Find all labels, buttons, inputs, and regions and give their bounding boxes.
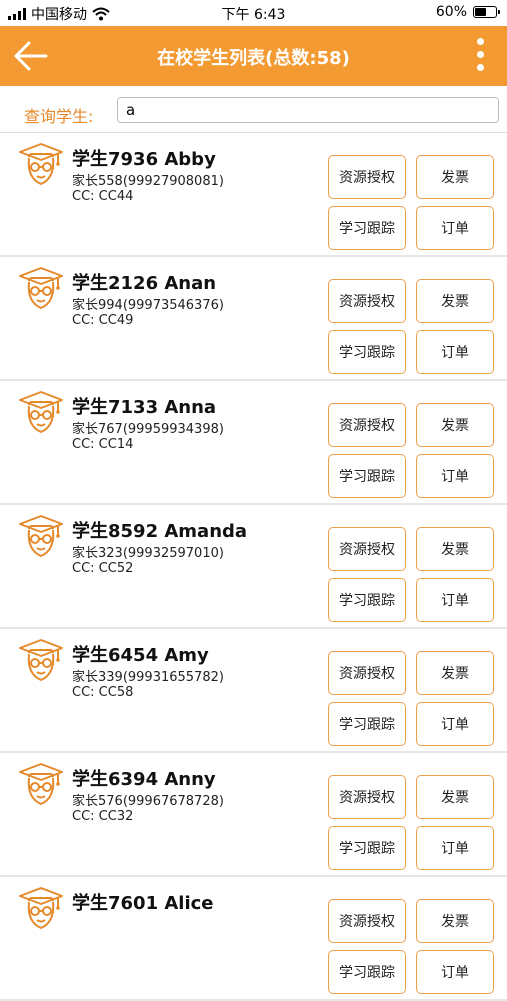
order-button[interactable]: 订单: [416, 454, 494, 498]
search-label: 查询学生:: [24, 107, 94, 126]
battery-percent: 60%: [435, 4, 467, 20]
battery-icon: [473, 6, 500, 18]
student-row[interactable]: 学生7133 Anna 家长767(99959934398) CC: CC14 资源授…: [0, 381, 507, 505]
parent-info: 家长994(99973546376): [72, 298, 224, 313]
page-title: 在校学生列表(总数:58): [157, 48, 350, 69]
graduation-cap-avatar-icon: [18, 514, 64, 560]
invoice-button[interactable]: 发票: [416, 155, 494, 199]
resource-auth-button[interactable]: 资源授权: [328, 279, 406, 323]
invoice-button[interactable]: 发票: [416, 527, 494, 571]
student-list: 学生7936 Abby 家长558(99927908081) CC: CC44 资源授…: [0, 133, 507, 1001]
search-bar: 查询学生: a: [0, 86, 507, 133]
resource-auth-button[interactable]: 资源授权: [328, 899, 406, 943]
student-row[interactable]: 学生2126 Anan 家长994(99973546376) CC: CC49 资源授…: [0, 257, 507, 381]
student-row[interactable]: 学生8592 Amanda 家长323(99932597010) CC: CC52 资…: [0, 505, 507, 629]
cc-info: CC: CC58: [72, 685, 134, 700]
student-name: 学生2126 Anan: [72, 273, 217, 294]
student-name: 学生6454 Amy: [72, 645, 209, 666]
resource-auth-button[interactable]: 资源授权: [328, 403, 406, 447]
student-name: 学生7601 Alice: [72, 893, 214, 914]
resource-auth-button[interactable]: 资源授权: [328, 155, 406, 199]
order-button[interactable]: 订单: [416, 702, 494, 746]
student-row[interactable]: 学生7601 Alice 资源授权 发票 学习跟踪 订单: [0, 877, 507, 1001]
order-button[interactable]: 订单: [416, 330, 494, 374]
parent-info: 家长767(99959934398): [72, 422, 224, 437]
student-name: 学生6394 Anny: [72, 769, 216, 790]
graduation-cap-avatar-icon: [18, 762, 64, 808]
order-button[interactable]: 订单: [416, 950, 494, 994]
header-bar: 在校学生列表(总数:58): [0, 26, 507, 86]
resource-auth-button[interactable]: 资源授权: [328, 651, 406, 695]
invoice-button[interactable]: 发票: [416, 651, 494, 695]
parent-info: 家长558(99927908081): [72, 174, 224, 189]
cc-info: CC: CC49: [72, 313, 134, 328]
learning-tracking-button[interactable]: 学习跟踪: [328, 702, 406, 746]
student-row[interactable]: 学生6394 Anny 家长576(99967678728) CC: CC32 资源授…: [0, 753, 507, 877]
graduation-cap-avatar-icon: [18, 638, 64, 684]
parent-info: 家长323(99932597010): [72, 546, 224, 561]
cc-info: CC: CC44: [72, 189, 134, 204]
status-time: 下午 6:43: [221, 7, 286, 23]
graduation-cap-avatar-icon: [18, 886, 64, 932]
search-input[interactable]: a: [117, 97, 499, 123]
invoice-button[interactable]: 发票: [416, 899, 494, 943]
invoice-button[interactable]: 发票: [416, 279, 494, 323]
order-button[interactable]: 订单: [416, 206, 494, 250]
cc-info: CC: CC14: [72, 437, 134, 452]
more-vertical-icon[interactable]: [475, 38, 485, 76]
status-right: 60%: [435, 4, 500, 20]
cc-info: CC: CC52: [72, 561, 134, 576]
learning-tracking-button[interactable]: 学习跟踪: [328, 206, 406, 250]
learning-tracking-button[interactable]: 学习跟踪: [328, 950, 406, 994]
parent-info: 家长339(99931655782): [72, 670, 224, 685]
resource-auth-button[interactable]: 资源授权: [328, 775, 406, 819]
student-name: 学生8592 Amanda: [72, 521, 248, 542]
learning-tracking-button[interactable]: 学习跟踪: [328, 330, 406, 374]
student-name: 学生7936 Abby: [72, 149, 216, 170]
parent-info: 家长576(99967678728): [72, 794, 224, 809]
invoice-button[interactable]: 发票: [416, 775, 494, 819]
learning-tracking-button[interactable]: 学习跟踪: [328, 454, 406, 498]
student-row[interactable]: 学生6454 Amy 家长339(99931655782) CC: CC58 资源授权…: [0, 629, 507, 753]
graduation-cap-avatar-icon: [18, 142, 64, 188]
learning-tracking-button[interactable]: 学习跟踪: [328, 826, 406, 870]
graduation-cap-avatar-icon: [18, 266, 64, 312]
student-name: 学生7133 Anna: [72, 397, 217, 418]
cc-info: CC: CC32: [72, 809, 134, 824]
learning-tracking-button[interactable]: 学习跟踪: [328, 578, 406, 622]
order-button[interactable]: 订单: [416, 578, 494, 622]
graduation-cap-avatar-icon: [18, 390, 64, 436]
student-row[interactable]: 学生7936 Abby 家长558(99927908081) CC: CC44 资源授…: [0, 133, 507, 257]
status-bar: 中国移动 下午 6:43 60%: [0, 0, 507, 26]
order-button[interactable]: 订单: [416, 826, 494, 870]
invoice-button[interactable]: 发票: [416, 403, 494, 447]
resource-auth-button[interactable]: 资源授权: [328, 527, 406, 571]
